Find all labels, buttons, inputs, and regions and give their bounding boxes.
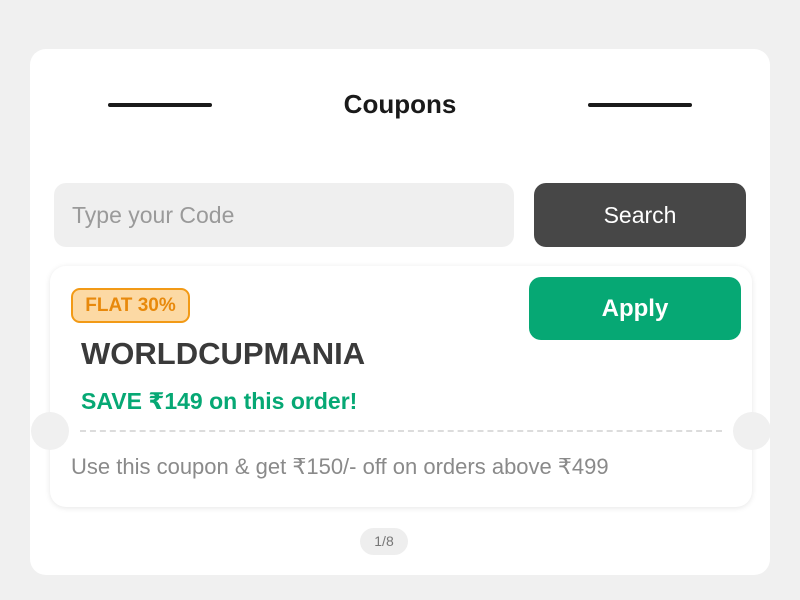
dashed-divider: [80, 430, 722, 432]
savings-text: SAVE ₹149 on this order!: [81, 388, 358, 414]
panel-header: Coupons: [30, 49, 770, 159]
search-button[interactable]: Search: [534, 183, 746, 247]
coupon-notch-left: [31, 412, 69, 450]
coupon-card: FLAT 30% Apply WORLDCUPMANIA SAVE ₹149 o…: [31, 266, 771, 507]
pagination-indicator: 1/8: [360, 528, 408, 555]
coupon-terms: Use this coupon & get ₹150/- off on orde…: [71, 454, 609, 479]
header-divider-right: [588, 103, 692, 107]
coupon-notch-right: [733, 412, 771, 450]
apply-button[interactable]: Apply: [529, 277, 741, 340]
coupons-panel: Coupons Search FLAT 30% Apply WORLDCUPMA…: [30, 49, 771, 575]
coupon-code: WORLDCUPMANIA: [81, 336, 366, 371]
discount-badge: FLAT 30%: [71, 288, 190, 323]
coupon-code-input[interactable]: [54, 183, 514, 247]
